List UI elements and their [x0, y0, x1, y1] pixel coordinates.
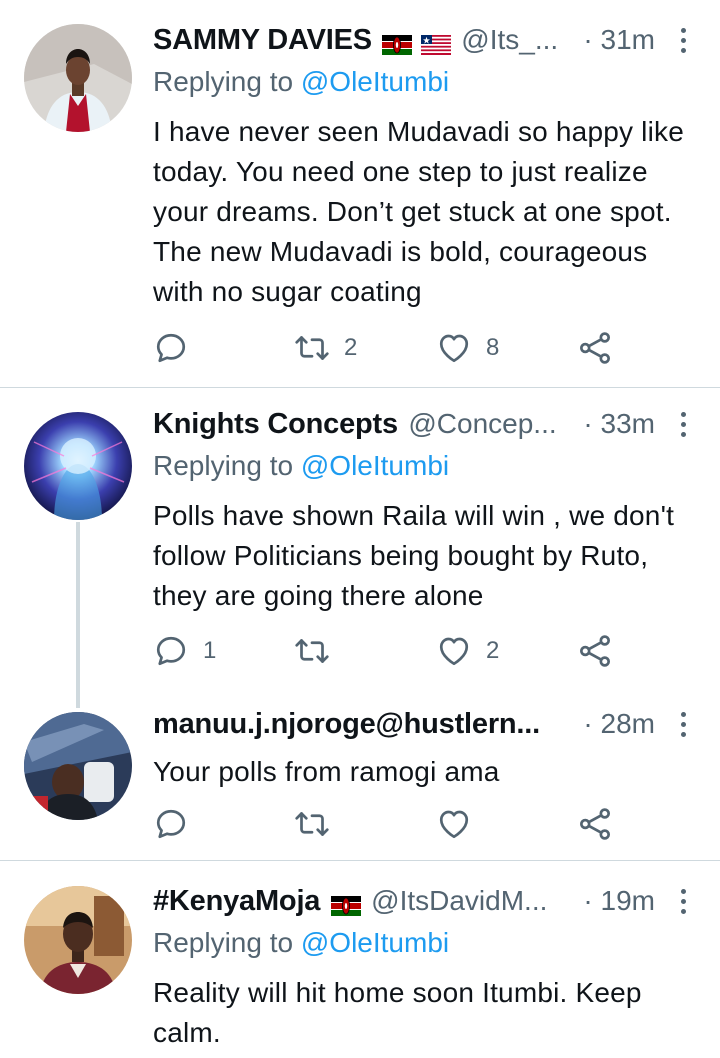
like-icon — [436, 330, 472, 366]
like-button[interactable] — [436, 804, 472, 844]
tweet-4[interactable]: #KenyaMoja @ItsDavidM... · 19m Replying … — [0, 861, 720, 1058]
share-button[interactable] — [577, 328, 613, 368]
mention-link[interactable]: @OleItumbi — [301, 927, 449, 958]
share-button[interactable] — [577, 804, 613, 844]
display-name[interactable]: manuu.j.njoroge@hustlern... — [153, 708, 540, 740]
retweet-icon — [294, 330, 330, 366]
timestamp[interactable]: · 28m — [583, 708, 655, 740]
replying-to-label: Replying to — [153, 450, 294, 481]
reply-icon — [153, 806, 189, 842]
like-icon — [436, 633, 472, 669]
share-icon — [577, 806, 613, 842]
more-icon[interactable] — [679, 712, 687, 742]
user-handle[interactable]: @Its_... — [461, 24, 558, 55]
retweet-count: 2 — [344, 334, 358, 361]
tweet-text: Reality will hit home soon Itumbi. Keep … — [153, 977, 642, 1048]
avatar[interactable] — [24, 412, 132, 520]
replying-to: Replying to @OleItumbi — [153, 927, 693, 969]
display-name[interactable]: SAMMY DAVIES — [153, 24, 372, 56]
retweet-button[interactable]: 2 — [294, 328, 357, 368]
user-handle[interactable]: @Concep... — [408, 408, 556, 439]
more-icon[interactable] — [679, 28, 687, 58]
thread-line — [76, 522, 80, 708]
reply-icon — [153, 633, 189, 669]
replying-to: Replying to @OleItumbi — [153, 66, 693, 108]
retweet-icon — [294, 806, 330, 842]
user-handle[interactable]: @ItsDavidM... — [371, 885, 547, 916]
liberia-flag-icon — [421, 35, 451, 55]
timestamp[interactable]: · 19m — [583, 885, 655, 917]
action-bar: 2 8 — [153, 328, 693, 368]
tweet-2[interactable]: Knights Concepts @Concep... · 33m Replyi… — [0, 388, 720, 708]
kenya-flag-icon — [382, 35, 412, 55]
tweet-1[interactable]: SAMMY DAVIES @Its_... · 31m Replying to … — [0, 0, 720, 388]
like-count: 2 — [486, 637, 500, 664]
replying-to-label: Replying to — [153, 66, 294, 97]
retweet-icon — [294, 633, 330, 669]
timestamp[interactable]: · 31m — [583, 24, 655, 56]
avatar[interactable] — [24, 886, 132, 994]
like-button[interactable]: 8 — [436, 328, 499, 368]
share-button[interactable] — [577, 631, 613, 671]
tweet-text: Polls have shown Raila will win , we don… — [153, 500, 675, 611]
tweet-text: I have never seen Mudavadi so happy like… — [153, 116, 684, 307]
tweet-3[interactable]: manuu.j.njoroge@hustlern... · 28m Your p… — [0, 688, 720, 861]
timestamp[interactable]: · 33m — [583, 408, 655, 440]
share-icon — [577, 633, 613, 669]
action-bar — [153, 804, 693, 844]
display-name[interactable]: #KenyaMoja — [153, 885, 320, 917]
tweet-text: Your polls from ramogi ama — [153, 756, 500, 787]
like-icon — [436, 806, 472, 842]
reply-button[interactable]: 1 — [153, 631, 216, 671]
replying-to: Replying to @OleItumbi — [153, 450, 693, 492]
tweet-feed: SAMMY DAVIES @Its_... · 31m Replying to … — [0, 0, 720, 1058]
reply-button[interactable] — [153, 328, 189, 368]
more-icon[interactable] — [679, 412, 687, 442]
mention-link[interactable]: @OleItumbi — [301, 66, 449, 97]
retweet-button[interactable] — [294, 631, 330, 671]
reply-button[interactable] — [153, 804, 189, 844]
replying-to-label: Replying to — [153, 927, 294, 958]
kenya-flag-icon — [331, 896, 361, 916]
mention-link[interactable]: @OleItumbi — [301, 450, 449, 481]
retweet-button[interactable] — [294, 804, 330, 844]
action-bar: 1 2 — [153, 631, 693, 671]
reply-count: 1 — [203, 637, 217, 664]
more-icon[interactable] — [679, 889, 687, 919]
display-name[interactable]: Knights Concepts — [153, 408, 398, 440]
like-button[interactable]: 2 — [436, 631, 499, 671]
share-icon — [577, 330, 613, 366]
avatar[interactable] — [24, 24, 132, 132]
like-count: 8 — [486, 334, 500, 361]
avatar[interactable] — [24, 712, 132, 820]
reply-icon — [153, 330, 189, 366]
